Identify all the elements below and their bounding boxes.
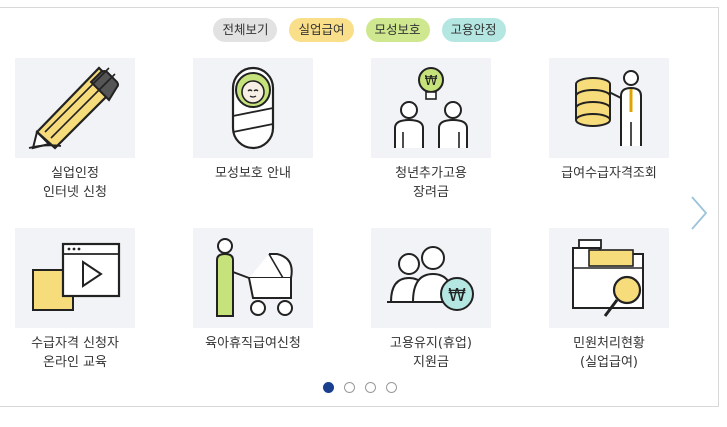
filter-all-chip[interactable]: 전체보기 [213, 18, 278, 42]
svg-text:₩: ₩ [448, 285, 466, 306]
video-play-icon [32, 242, 121, 311]
people-won-icon: ₩ [387, 246, 474, 311]
stroller-icon [216, 238, 293, 317]
tile-maternity-guide[interactable]: 모성보호 안내 [178, 58, 328, 183]
tile-label: 육아휴직급여신청 [205, 336, 301, 351]
youth-won-idea-icon: ₩ [394, 67, 468, 148]
tile-icon-box: ₩ [371, 228, 491, 328]
filter-unemployment-chip[interactable]: 실업급여 [289, 18, 354, 42]
tile-icon-box [549, 228, 669, 328]
filter-employment-chip[interactable]: 고용안정 [441, 18, 506, 42]
quick-menu-panel: 전체보기 실업급여 모성보호 고용안정 실업인정 인터넷 신청 모성보호 안내 … [0, 7, 719, 407]
tile-icon-box: ₩ [371, 58, 491, 158]
tile-employment-retention-subsidy[interactable]: ₩ 고용유지(휴업) 지원금 [356, 228, 506, 372]
pencil-icon [28, 66, 119, 150]
page-dot-4[interactable] [385, 382, 397, 393]
tile-label: 실업인정 인터넷 신청 [43, 166, 107, 200]
page-dot-3[interactable] [364, 382, 376, 393]
tile-benefit-eligibility-check[interactable]: 급여수급자격조회 [534, 58, 684, 183]
carousel-pagination [0, 382, 719, 393]
tile-label: 급여수급자격조회 [561, 166, 657, 181]
tile-unemployment-certification[interactable]: 실업인정 인터넷 신청 [0, 58, 150, 202]
page-dot-1[interactable] [322, 382, 334, 393]
tile-label: 고용유지(휴업) 지원금 [390, 336, 472, 370]
coins-person-icon [575, 70, 642, 146]
filter-maternity-chip[interactable]: 모성보호 [365, 18, 430, 42]
tile-label: 청년추가고용 장려금 [395, 166, 467, 200]
tile-label: 민원처리현황 (실업급여) [573, 336, 645, 370]
tile-online-education[interactable]: 수급자격 신청자 온라인 교육 [0, 228, 150, 372]
tile-label: 수급자격 신청자 온라인 교육 [31, 336, 119, 370]
svg-text:₩: ₩ [425, 74, 438, 89]
chevron-right-icon[interactable] [688, 193, 710, 233]
page-dot-2[interactable] [343, 382, 355, 393]
tile-icon-box [193, 228, 313, 328]
tile-icon-box [15, 228, 135, 328]
tile-parental-leave-benefit[interactable]: 육아휴직급여신청 [178, 228, 328, 353]
service-tile-grid: 실업인정 인터넷 신청 모성보호 안내 ₩ 청년추가고용 장려금 급여수급자격조… [0, 58, 719, 398]
tile-icon-box [15, 58, 135, 158]
tile-icon-box [549, 58, 669, 158]
category-filter-bar: 전체보기 실업급여 모성보호 고용안정 [0, 18, 719, 42]
tile-complaint-status[interactable]: 민원처리현황 (실업급여) [534, 228, 684, 372]
baby-icon [231, 66, 275, 150]
tile-icon-box [193, 58, 313, 158]
folder-search-icon [572, 239, 644, 317]
tile-label: 모성보호 안내 [215, 166, 291, 181]
tile-youth-employment-subsidy[interactable]: ₩ 청년추가고용 장려금 [356, 58, 506, 202]
